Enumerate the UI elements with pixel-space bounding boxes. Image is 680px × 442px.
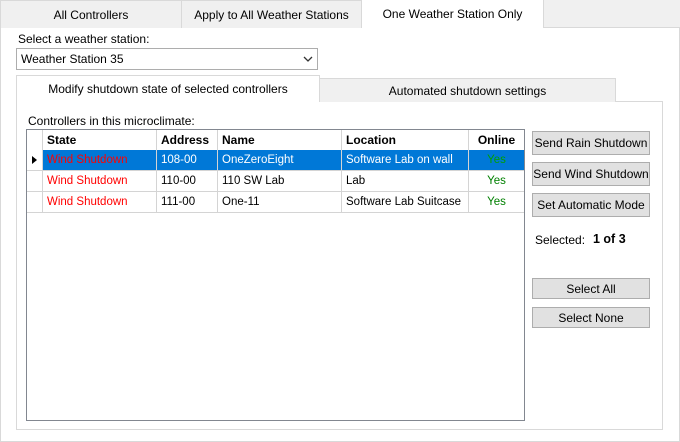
send-wind-shutdown-button[interactable]: Send Wind Shutdown — [532, 162, 650, 186]
column-header-online[interactable]: Online — [469, 130, 524, 151]
select-none-button[interactable]: Select None — [532, 307, 650, 328]
cell-state[interactable]: Wind Shutdown — [43, 150, 157, 171]
tab-automated-settings[interactable]: Automated shutdown settings — [319, 78, 616, 102]
table-row[interactable]: Wind Shutdown 108-00 OneZeroEight Softwa… — [27, 150, 524, 171]
station-label: Select a weather station: — [18, 32, 150, 46]
tab-modify-shutdown[interactable]: Modify shutdown state of selected contro… — [16, 75, 320, 102]
row-header[interactable] — [27, 171, 43, 192]
table-row[interactable]: Wind Shutdown 111-00 One-11 Software Lab… — [27, 192, 524, 213]
column-header-state[interactable]: State — [43, 130, 157, 151]
cell-address[interactable]: 111-00 — [157, 192, 218, 213]
cell-location[interactable]: Lab — [342, 171, 469, 192]
chevron-down-icon[interactable] — [299, 49, 317, 69]
select-all-button[interactable]: Select All — [532, 278, 650, 299]
cell-address[interactable]: 108-00 — [157, 150, 218, 171]
cell-state[interactable]: Wind Shutdown — [43, 192, 157, 213]
column-header-address[interactable]: Address — [157, 130, 218, 151]
controllers-label: Controllers in this microclimate: — [28, 114, 195, 128]
column-header-name[interactable]: Name — [218, 130, 342, 151]
controllers-grid[interactable]: State Address Name Location Online Wind … — [26, 129, 525, 421]
cell-location[interactable]: Software Lab Suitcase — [342, 192, 469, 213]
column-header-location[interactable]: Location — [342, 130, 469, 151]
cell-name[interactable]: OneZeroEight — [218, 150, 342, 171]
cell-state[interactable]: Wind Shutdown — [43, 171, 157, 192]
cell-name[interactable]: 110 SW Lab — [218, 171, 342, 192]
tab-all-controllers[interactable]: All Controllers — [0, 0, 182, 28]
cell-online[interactable]: Yes — [469, 192, 524, 213]
cell-online[interactable]: Yes — [469, 150, 524, 171]
station-select-value: Weather Station 35 — [21, 52, 124, 66]
selected-count: 1 of 3 — [593, 232, 626, 246]
station-select[interactable]: Weather Station 35 — [16, 48, 318, 70]
set-automatic-mode-button[interactable]: Set Automatic Mode — [532, 193, 650, 217]
cell-address[interactable]: 110-00 — [157, 171, 218, 192]
table-row[interactable]: Wind Shutdown 110-00 110 SW Lab Lab Yes — [27, 171, 524, 192]
cell-name[interactable]: One-11 — [218, 192, 342, 213]
tab-one-station[interactable]: One Weather Station Only — [361, 0, 544, 28]
cell-location[interactable]: Software Lab on wall — [342, 150, 469, 171]
grid-header: State Address Name Location Online — [27, 130, 524, 151]
row-header-corner — [27, 130, 43, 151]
selected-label: Selected: — [535, 233, 586, 247]
row-header[interactable] — [27, 192, 43, 213]
cell-online[interactable]: Yes — [469, 171, 524, 192]
row-pointer-icon — [27, 150, 43, 171]
send-rain-shutdown-button[interactable]: Send Rain Shutdown — [532, 131, 650, 155]
tab-apply-all-stations[interactable]: Apply to All Weather Stations — [181, 0, 362, 28]
